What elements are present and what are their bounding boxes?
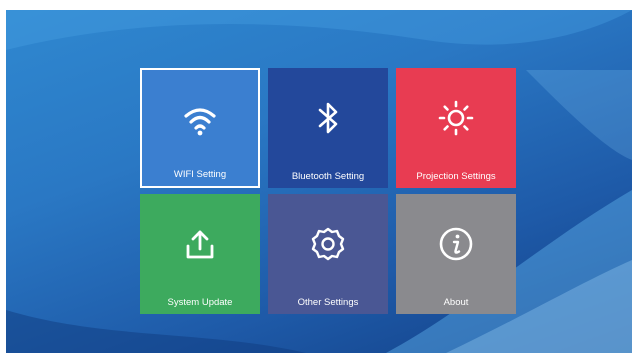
settings-grid: WIFI Setting Bluetooth Setting Projectio… xyxy=(140,68,518,318)
projection-settings-tile[interactable]: Projection Settings xyxy=(396,68,516,188)
tile-label: Bluetooth Setting xyxy=(291,171,365,182)
tile-label: Projection Settings xyxy=(416,171,496,182)
other-settings-tile[interactable]: Other Settings xyxy=(268,194,388,314)
tile-label: WIFI Setting xyxy=(173,169,227,180)
bluetooth-icon xyxy=(318,102,338,134)
system-update-tile[interactable]: System Update xyxy=(140,194,260,314)
upload-icon xyxy=(186,230,214,259)
wifi-icon xyxy=(184,108,216,136)
bluetooth-setting-tile[interactable]: Bluetooth Setting xyxy=(268,68,388,188)
tile-label: About xyxy=(443,297,469,308)
about-tile[interactable]: About xyxy=(396,194,516,314)
projector-home-screen: WIFI Setting Bluetooth Setting Projectio… xyxy=(6,10,632,353)
tile-label: System Update xyxy=(167,297,233,308)
gear-icon xyxy=(311,227,345,261)
wifi-setting-tile[interactable]: WIFI Setting xyxy=(140,68,260,188)
brightness-icon xyxy=(438,100,474,136)
info-icon xyxy=(439,227,473,261)
tile-label: Other Settings xyxy=(297,297,359,308)
